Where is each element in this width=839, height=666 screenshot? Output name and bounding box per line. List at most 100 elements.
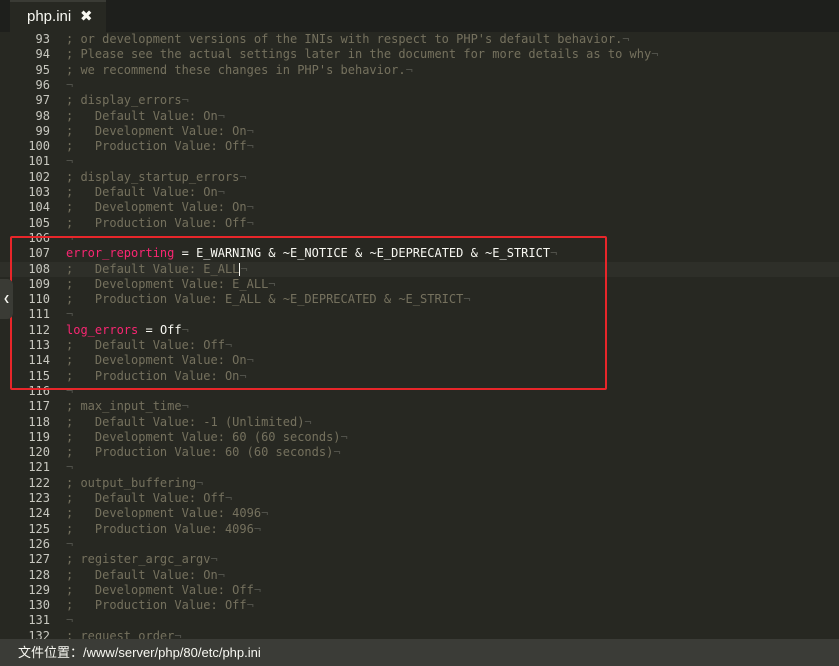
code-line[interactable]: 101 ¬: [0, 154, 839, 169]
code-line[interactable]: 131 ¬: [0, 613, 839, 628]
code-line[interactable]: 124 ; Development Value: 4096¬: [0, 506, 839, 521]
line-number: 106: [28, 230, 50, 245]
line-number: 101: [28, 154, 50, 169]
line-number: 100: [28, 139, 50, 154]
close-icon[interactable]: ✖: [80, 2, 93, 32]
code-line[interactable]: 109; Development Value: E_ALL¬: [0, 277, 839, 292]
code-line[interactable]: 97 ; display_errors¬: [0, 93, 839, 108]
line-number: 122: [28, 475, 50, 490]
line-text: ; Production Value: On¬: [66, 368, 247, 383]
line-text: ; Default Value: On¬: [66, 185, 225, 199]
code-line[interactable]: 111 ¬: [0, 307, 839, 322]
chevron-left-icon[interactable]: ❮: [0, 279, 13, 319]
line-number: 115: [28, 368, 50, 383]
code-line[interactable]: 94 ; Please see the actual settings later…: [0, 47, 839, 62]
line-text: ¬: [66, 78, 73, 93]
line-text: ; Production Value: Off¬: [66, 598, 254, 613]
line-number: 112: [28, 322, 50, 337]
code-editor[interactable]: 93 ; or development versions of the INIs …: [0, 32, 839, 639]
code-line[interactable]: 95 ; we recommend these changes in PHP's …: [0, 63, 839, 78]
line-text: ; Development Value: On¬: [66, 353, 254, 368]
line-text: error_reporting = E_WARNING & ~E_NOTICE …: [66, 246, 558, 261]
eol-marker: ¬: [304, 414, 312, 429]
eol-marker: ¬: [239, 169, 247, 184]
line-text: ; Default Value: -1 (Unlimited)¬: [66, 414, 312, 429]
directive-value: E_WARNING & ~E_NOTICE & ~E_DEPRECATED & …: [196, 246, 551, 261]
code-line[interactable]: 98 ; Default Value: On¬: [0, 109, 839, 124]
code-line[interactable]: 113 ; Default Value: Off¬: [0, 338, 839, 353]
code-line[interactable]: 121 ¬: [0, 460, 839, 475]
line-number: 119: [28, 429, 50, 444]
line-number: 121: [28, 460, 50, 475]
code-line[interactable]: 93 ; or development versions of the INIs …: [0, 32, 839, 47]
code-line[interactable]: 118 ; Default Value: -1 (Unlimited)¬: [0, 415, 839, 430]
line-number: 120: [28, 445, 50, 460]
eol-marker: ¬: [246, 123, 254, 138]
eol-marker: ¬: [66, 307, 74, 322]
code-line[interactable]: 107 error_reporting = E_WARNING & ~E_NOTI…: [0, 246, 839, 261]
eol-marker: ¬: [246, 353, 254, 368]
directive-value: Off: [159, 322, 182, 337]
code-line[interactable]: 130 ; Production Value: Off¬: [0, 598, 839, 613]
line-number: 124: [28, 506, 50, 521]
code-line[interactable]: 108 ; Default Value: E_ALL¬: [0, 261, 839, 277]
code-line[interactable]: 123 ; Default Value: Off¬: [0, 491, 839, 506]
line-text: ; Default Value: On¬: [66, 567, 225, 582]
eol-marker: ¬: [217, 567, 225, 582]
code-line[interactable]: 119 ; Development Value: 60 (60 seconds)¬: [0, 430, 839, 445]
eol-marker: ¬: [340, 429, 348, 444]
code-line[interactable]: 132 ; request_order¬: [0, 629, 839, 639]
eol-marker: ¬: [405, 62, 413, 77]
code-line[interactable]: 125 ; Production Value: 4096¬: [0, 522, 839, 537]
directive-key: log_errors: [66, 322, 139, 337]
code-line[interactable]: 99 ; Development Value: On¬: [0, 124, 839, 139]
eol-marker: ¬: [181, 93, 189, 108]
tab-php-ini[interactable]: php.ini ✖: [10, 0, 106, 32]
code-line[interactable]: 128 ; Default Value: On¬: [0, 568, 839, 583]
code-line[interactable]: 110; Production Value: E_ALL & ~E_DEPREC…: [0, 292, 839, 307]
line-text: ; Development Value: E_ALL¬: [66, 276, 276, 291]
eol-marker: ¬: [246, 215, 254, 230]
eol-marker: ¬: [333, 445, 341, 460]
line-number: 126: [28, 536, 50, 551]
line-text: ; output_buffering¬: [66, 475, 204, 490]
code-line[interactable]: 127 ; register_argc_argv¬: [0, 552, 839, 567]
code-line[interactable]: 100 ; Production Value: Off¬: [0, 139, 839, 154]
code-line[interactable]: 120 ; Production Value: 60 (60 seconds)¬: [0, 445, 839, 460]
status-bar: 文件位置：/www/server/php/80/etc/php.ini: [0, 639, 839, 666]
code-line[interactable]: 96 ¬: [0, 78, 839, 93]
code-line[interactable]: 122 ; output_buffering¬: [0, 476, 839, 491]
line-text: ¬: [66, 613, 73, 628]
code-line[interactable]: 126 ¬: [0, 537, 839, 552]
code-line[interactable]: 112 log_errors = Off¬: [0, 323, 839, 338]
eol-marker: ¬: [253, 521, 262, 536]
code-line[interactable]: 104 ; Development Value: On¬: [0, 200, 839, 215]
eol-marker: ¬: [66, 77, 74, 92]
line-text: ; Development Value: 60 (60 seconds)¬: [66, 429, 348, 444]
eol-marker: ¬: [239, 368, 247, 383]
line-text: ¬: [66, 231, 73, 246]
line-text: ; Please see the actual settings later i…: [66, 47, 659, 62]
code-line[interactable]: 105 ; Production Value: Off¬: [0, 216, 839, 231]
line-text: ; Production Value: Off¬: [66, 139, 254, 154]
code-line[interactable]: 102 ; display_startup_errors¬: [0, 170, 839, 185]
eol-marker: ¬: [246, 200, 254, 215]
line-text: ; Default Value: On¬: [66, 108, 225, 123]
line-text: ; register_argc_argv¬: [66, 552, 218, 567]
line-number: 129: [28, 582, 50, 597]
code-line[interactable]: 116 ¬: [0, 384, 839, 399]
code-line[interactable]: 114 ; Development Value: On¬: [0, 353, 839, 368]
eol-marker: ¬: [217, 108, 225, 123]
code-line[interactable]: 115 ; Production Value: On¬: [0, 369, 839, 384]
line-text: ¬: [66, 384, 73, 399]
line-text: ; Development Value: On¬: [66, 200, 254, 215]
line-text: ; display_errors¬: [66, 93, 189, 108]
line-text: ; Default Value: E_ALL¬: [66, 261, 248, 276]
line-text: ; request_order¬: [66, 629, 182, 639]
code-line[interactable]: 103 ; Default Value: On¬: [0, 185, 839, 200]
eol-marker: ¬: [181, 322, 189, 337]
code-line[interactable]: 129 ; Development Value: Off¬: [0, 583, 839, 598]
code-line[interactable]: 117 ; max_input_time¬: [0, 399, 839, 414]
line-number: 105: [28, 215, 50, 230]
code-line[interactable]: 106 ¬: [0, 231, 839, 246]
